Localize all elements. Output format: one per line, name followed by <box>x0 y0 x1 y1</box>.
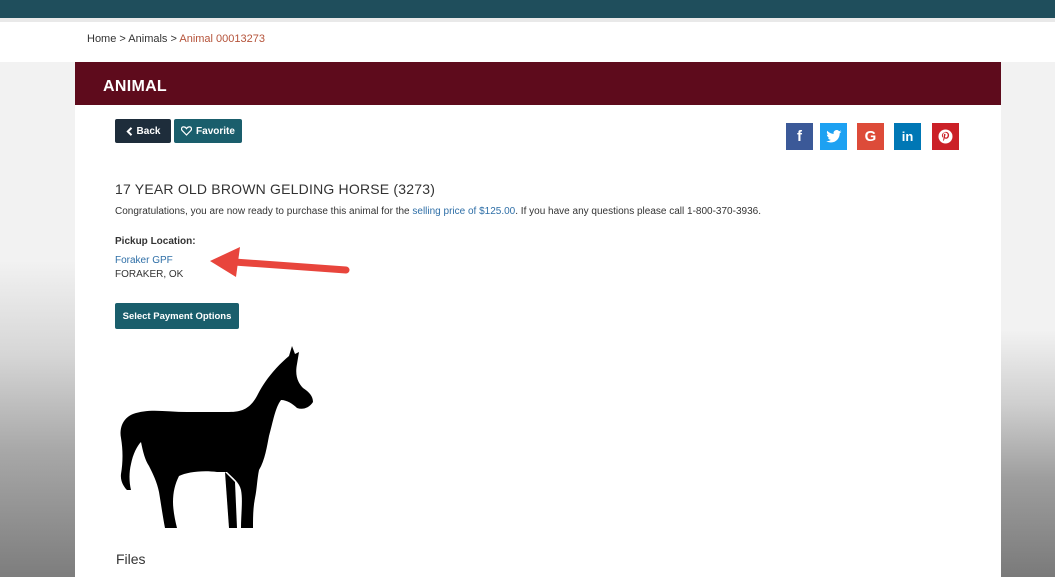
top-bar <box>0 0 1055 18</box>
facebook-share-button[interactable]: f <box>786 123 813 150</box>
pinterest-share-button[interactable] <box>932 123 959 150</box>
pickup-location-city: FORAKER, OK <box>115 269 184 280</box>
facebook-icon: f <box>797 128 802 145</box>
linkedin-icon: in <box>901 129 914 144</box>
purchase-message-suffix: . If you have any questions please call … <box>515 206 761 217</box>
google-icon: G <box>864 128 877 145</box>
select-payment-options-button[interactable]: Select Payment Options <box>115 303 239 329</box>
pickup-location-label: Pickup Location: <box>115 236 196 247</box>
breadcrumb-current: Animal 00013273 <box>179 33 265 45</box>
selling-price-link[interactable]: selling price of $125.00 <box>412 206 515 217</box>
purchase-message: Congratulations, you are now ready to pu… <box>115 206 761 217</box>
panel-title: ANIMAL <box>103 78 168 95</box>
heart-icon <box>181 126 193 136</box>
arrow-annotation-icon <box>210 247 350 277</box>
twitter-icon <box>825 130 841 143</box>
breadcrumb-home[interactable]: Home <box>87 33 116 45</box>
background-field-left <box>0 260 75 577</box>
background-field-right <box>1001 330 1055 577</box>
breadcrumb-separator: > <box>170 33 177 45</box>
back-button[interactable]: Back <box>115 119 171 143</box>
animal-panel: ANIMAL Back Favorite f G in 17 YEAR OLD … <box>75 62 1001 577</box>
select-payment-options-label: Select Payment Options <box>122 310 232 322</box>
breadcrumb: Home > Animals > Animal 00013273 <box>87 33 265 45</box>
chevron-left-icon <box>125 126 132 136</box>
favorite-button-label: Favorite <box>196 125 235 137</box>
twitter-share-button[interactable] <box>820 123 847 150</box>
google-share-button[interactable]: G <box>857 123 884 150</box>
back-button-label: Back <box>136 125 161 137</box>
files-heading: Files <box>116 551 146 567</box>
pinterest-icon <box>938 129 953 144</box>
panel-header: ANIMAL <box>75 62 1001 105</box>
purchase-message-prefix: Congratulations, you are now ready to pu… <box>115 206 413 217</box>
horse-silhouette-image <box>120 346 313 528</box>
breadcrumb-separator: > <box>119 33 126 45</box>
favorite-button[interactable]: Favorite <box>174 119 242 143</box>
pickup-location-link[interactable]: Foraker GPF <box>115 255 173 266</box>
animal-title: 17 YEAR OLD BROWN GELDING HORSE (3273) <box>115 181 436 197</box>
linkedin-share-button[interactable]: in <box>894 123 921 150</box>
breadcrumb-animals[interactable]: Animals <box>128 33 167 45</box>
